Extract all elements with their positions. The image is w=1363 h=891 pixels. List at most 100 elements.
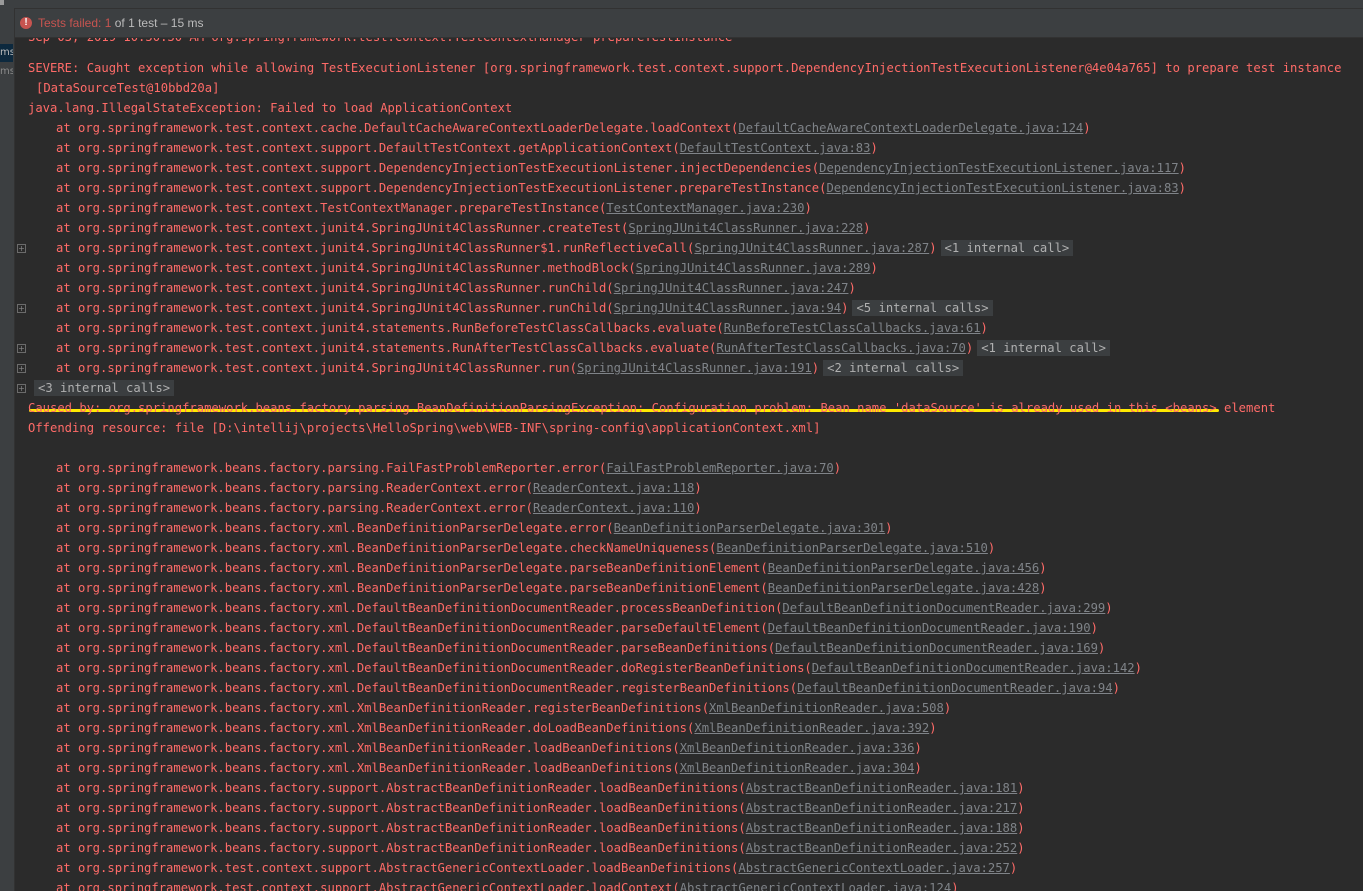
- frame-method: at org.springframework.beans.factory.xml…: [56, 721, 695, 735]
- line-text: at org.springframework.beans.factory.sup…: [56, 818, 1025, 838]
- source-link[interactable]: SpringJUnit4ClassRunner.java:287: [694, 241, 929, 255]
- test-status-bar: ! Tests failed: 1 of 1 test – 15 ms: [15, 9, 1363, 38]
- frame-method: at org.springframework.beans.factory.xml…: [56, 581, 768, 595]
- frame-method: at org.springframework.beans.factory.xml…: [56, 561, 768, 575]
- expand-icon[interactable]: +: [17, 244, 26, 253]
- test-duration-selected[interactable]: ms: [0, 44, 13, 62]
- source-link[interactable]: AbstractGenericContextLoader.java:124: [680, 881, 952, 891]
- source-link[interactable]: AbstractGenericContextLoader.java:257: [738, 861, 1010, 875]
- source-link[interactable]: RunBeforeTestClassCallbacks.java:61: [724, 321, 981, 335]
- expand-icon[interactable]: +: [17, 304, 26, 313]
- source-link[interactable]: DefaultBeanDefinitionDocumentReader.java…: [768, 621, 1091, 635]
- source-link[interactable]: BeanDefinitionParserDelegate.java:301: [614, 521, 886, 535]
- stack-frame-line: at org.springframework.test.context.juni…: [15, 318, 1363, 338]
- frame-method: at org.springframework.beans.factory.sup…: [56, 821, 746, 835]
- source-link[interactable]: ReaderContext.java:110: [533, 501, 694, 515]
- source-link[interactable]: AbstractBeanDefinitionReader.java:217: [746, 801, 1018, 815]
- line-text: at org.springframework.beans.factory.xml…: [56, 718, 937, 738]
- line-text: java.lang.IllegalStateException: Failed …: [28, 98, 512, 118]
- internal-calls-fold[interactable]: <1 internal call>: [977, 340, 1110, 356]
- stack-frame-line: at org.springframework.beans.factory.sup…: [15, 838, 1363, 858]
- frame-close: ): [943, 701, 952, 715]
- frame-close: ): [1105, 601, 1113, 615]
- line-text: at org.springframework.test.context.supp…: [56, 858, 1017, 878]
- line-text: at org.springframework.test.context.juni…: [56, 218, 870, 238]
- source-link[interactable]: XmlBeanDefinitionReader.java:336: [680, 741, 915, 755]
- source-link[interactable]: SpringJUnit4ClassRunner.java:228: [628, 221, 863, 235]
- source-link[interactable]: AbstractBeanDefinitionReader.java:252: [746, 841, 1018, 855]
- line-text: at org.springframework.test.context.Test…: [56, 198, 812, 218]
- line-text: at org.springframework.test.context.supp…: [56, 178, 1186, 198]
- internal-calls-fold[interactable]: <2 internal calls>: [823, 360, 964, 376]
- expand-icon[interactable]: +: [17, 384, 26, 393]
- top-edge: [0, 0, 1363, 9]
- source-link[interactable]: DefaultBeanDefinitionDocumentReader.java…: [782, 601, 1105, 615]
- source-link[interactable]: AbstractBeanDefinitionReader.java:181: [746, 781, 1018, 795]
- internal-calls-fold[interactable]: <3 internal calls>: [34, 380, 175, 396]
- frame-method: at org.springframework.test.context.supp…: [56, 141, 680, 155]
- frame-close: ): [1009, 861, 1018, 875]
- line-text: Caused by: org.springframework.beans.fac…: [28, 398, 1275, 418]
- frame-method: at org.springframework.test.context.juni…: [56, 261, 636, 275]
- stack-frame-line: + at org.springframework.test.context.jun…: [15, 238, 1363, 258]
- frame-method: at org.springframework.test.context.juni…: [56, 221, 629, 235]
- frame-close: ): [980, 321, 988, 335]
- source-link[interactable]: DefaultBeanDefinitionDocumentReader.java…: [812, 661, 1135, 675]
- frame-method: at org.springframework.beans.factory.sup…: [56, 841, 746, 855]
- internal-calls-fold[interactable]: <1 internal call>: [940, 240, 1074, 256]
- line-content: Offending resource: file [D:\intellij\pr…: [28, 421, 821, 435]
- stack-frame-line: at org.springframework.test.context.supp…: [15, 158, 1363, 178]
- source-link[interactable]: BeanDefinitionParserDelegate.java:510: [716, 541, 988, 555]
- source-link[interactable]: DefaultCacheAwareContextLoaderDelegate.j…: [738, 121, 1083, 135]
- frame-close: ): [1017, 781, 1025, 795]
- test-tree-strip[interactable]: ms ms: [0, 8, 15, 891]
- frame-close: ): [1134, 661, 1142, 675]
- source-link[interactable]: RunAfterTestClassCallbacks.java:70: [716, 341, 965, 355]
- stack-frame-line: at org.springframework.beans.factory.par…: [15, 458, 1363, 478]
- source-link[interactable]: BeanDefinitionParserDelegate.java:428: [768, 581, 1040, 595]
- status-prefix: Tests failed:: [38, 16, 102, 30]
- source-link[interactable]: XmlBeanDefinitionReader.java:392: [694, 721, 929, 735]
- internal-calls-fold[interactable]: <5 internal calls>: [852, 300, 993, 316]
- expand-icon[interactable]: +: [17, 364, 26, 373]
- frame-close: ): [951, 881, 959, 891]
- frame-method: at org.springframework.beans.factory.par…: [56, 461, 607, 475]
- frame-method: at org.springframework.beans.factory.xml…: [56, 621, 768, 635]
- source-link[interactable]: SpringJUnit4ClassRunner.java:247: [614, 281, 849, 295]
- source-link[interactable]: ReaderContext.java:118: [533, 481, 694, 495]
- stack-frame-line: at org.springframework.test.context.Test…: [15, 198, 1363, 218]
- source-link[interactable]: SpringJUnit4ClassRunner.java:94: [614, 301, 841, 315]
- source-link[interactable]: AbstractBeanDefinitionReader.java:188: [746, 821, 1018, 835]
- source-link[interactable]: SpringJUnit4ClassRunner.java:289: [636, 261, 871, 275]
- line-content: [DataSourceTest@10bbd20a]: [36, 81, 220, 95]
- source-link[interactable]: XmlBeanDefinitionReader.java:508: [709, 701, 944, 715]
- frame-method: at org.springframework.test.context.juni…: [56, 301, 614, 315]
- source-link[interactable]: DependencyInjectionTestExecutionListener…: [819, 161, 1179, 175]
- frame-close: ): [1039, 581, 1047, 595]
- source-link[interactable]: TestContextManager.java:230: [606, 201, 804, 215]
- source-link[interactable]: DefaultTestContext.java:83: [680, 141, 871, 155]
- expand-icon[interactable]: +: [17, 344, 26, 353]
- line-text: at org.springframework.beans.factory.xml…: [56, 698, 951, 718]
- line-text: at org.springframework.beans.factory.xml…: [56, 538, 995, 558]
- console-line: java.lang.IllegalStateException: Failed …: [15, 98, 1363, 118]
- frame-close: ): [914, 741, 922, 755]
- source-link[interactable]: DependencyInjectionTestExecutionListener…: [826, 181, 1178, 195]
- window-corner-mark: [0, 0, 4, 5]
- frame-method: at org.springframework.beans.factory.par…: [56, 481, 533, 495]
- stack-frame-line: + at org.springframework.test.context.jun…: [15, 298, 1363, 318]
- source-link[interactable]: BeanDefinitionParserDelegate.java:456: [768, 561, 1040, 575]
- source-link[interactable]: SpringJUnit4ClassRunner.java:191: [577, 361, 812, 375]
- source-link[interactable]: XmlBeanDefinitionReader.java:304: [680, 761, 915, 775]
- source-link[interactable]: DefaultBeanDefinitionDocumentReader.java…: [775, 641, 1098, 655]
- source-link[interactable]: FailFastProblemReporter.java:70: [606, 461, 833, 475]
- console-output[interactable]: Sep 03, 2019 10:50:30 AM org.springframe…: [15, 38, 1363, 891]
- frame-close: ): [885, 521, 893, 535]
- line-text: Offending resource: file [D:\intellij\pr…: [28, 418, 820, 438]
- frame-close: ): [965, 341, 974, 355]
- line-text: at org.springframework.beans.factory.xml…: [56, 758, 922, 778]
- frame-close: ): [863, 221, 871, 235]
- test-duration[interactable]: ms: [0, 64, 13, 80]
- source-link[interactable]: DefaultBeanDefinitionDocumentReader.java…: [797, 681, 1113, 695]
